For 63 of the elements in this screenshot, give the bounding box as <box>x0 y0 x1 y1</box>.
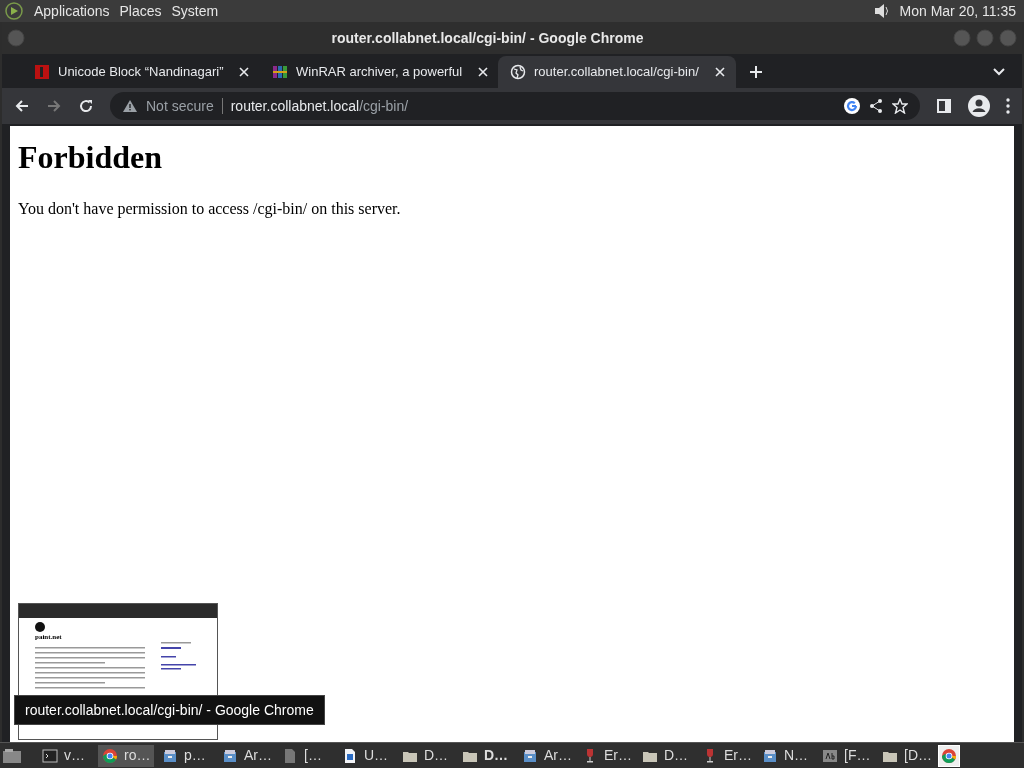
forward-icon[interactable] <box>46 98 62 114</box>
archive-icon <box>222 747 238 764</box>
taskbar-button[interactable]: U… <box>338 744 394 767</box>
back-icon[interactable] <box>14 98 30 114</box>
window-title: router.collabnet.local/cgi-bin/ - Google Chrome <box>330 28 645 48</box>
close-icon[interactable] <box>478 67 489 77</box>
error-message: You don't have permission to access /cgi-bin/ on this server. <box>18 199 402 220</box>
tab-title: WinRAR archiver, a powerful <box>296 63 463 82</box>
taskbar-button[interactable]: ro… <box>98 744 154 767</box>
panel-menu[interactable]: System <box>171 0 219 22</box>
document-icon <box>282 747 298 764</box>
archive-icon <box>162 747 178 764</box>
warning-icon <box>122 99 138 113</box>
taskbar-button[interactable]: v… <box>38 744 94 767</box>
address-bar[interactable]: Not secure router.collabnet.local/cgi-bin/ <box>110 92 920 120</box>
new-tab-icon[interactable] <box>748 64 764 80</box>
security-label[interactable]: Not secure <box>146 95 214 117</box>
more-icon[interactable] <box>1006 98 1010 114</box>
tab-title: router.collabnet.local/cgi-bin/ <box>534 63 699 82</box>
star-icon[interactable] <box>892 98 908 114</box>
browser-tab[interactable]: Unicode Block “Nandinagari” <box>22 56 260 88</box>
tab-title: Unicode Block “Nandinagari” <box>58 63 224 82</box>
taskbar-button[interactable]: D… <box>398 744 454 767</box>
profile-icon[interactable] <box>968 95 990 117</box>
reload-icon[interactable] <box>78 98 94 114</box>
panel-menu[interactable]: Places <box>119 0 162 22</box>
taskbar-button[interactable]: Ar… <box>518 744 574 767</box>
close-icon[interactable] <box>714 67 725 77</box>
taskbar-button[interactable]: [… <box>278 744 334 767</box>
books-icon <box>272 64 288 80</box>
chrome-icon <box>941 747 957 764</box>
globe-icon <box>510 64 526 80</box>
page-heading: Forbidden <box>18 138 164 177</box>
browser-tab[interactable]: WinRAR archiver, a powerful <box>260 56 498 88</box>
google-icon[interactable] <box>844 98 860 114</box>
logo-icon[interactable] <box>4 1 24 21</box>
browser-tab[interactable]: router.collabnet.local/cgi-bin/ <box>498 56 736 88</box>
chrome-icon <box>102 747 118 764</box>
font-icon <box>822 747 838 764</box>
side-panel-icon[interactable] <box>936 98 952 114</box>
tray-button[interactable] <box>938 744 960 767</box>
taskbar-button[interactable]: Ar… <box>218 744 274 767</box>
share-icon[interactable] <box>868 98 884 114</box>
taskbar-button[interactable]: Er… <box>578 744 634 767</box>
taskbar-button[interactable]: D… <box>458 744 514 767</box>
archive-icon <box>762 747 778 764</box>
clock[interactable]: Mon Mar 20, 11:35 <box>899 0 1016 22</box>
taskbar-button[interactable]: N… <box>758 744 814 767</box>
close-icon[interactable] <box>239 67 250 77</box>
document-icon <box>342 747 358 764</box>
taskbar-button[interactable]: D… <box>638 744 694 767</box>
square-logo-icon <box>34 64 50 80</box>
tooltip: router.collabnet.local/cgi-bin/ - Google Chrome <box>14 695 325 725</box>
taskbar-button[interactable]: Er… <box>698 744 754 767</box>
terminal-icon <box>42 747 58 764</box>
panel-menu[interactable]: Applications <box>34 0 110 22</box>
taskbar-button[interactable]: [F… <box>818 744 874 767</box>
taskbar-button[interactable]: [D… <box>878 744 934 767</box>
show-desktop-icon[interactable] <box>2 746 22 765</box>
taskbar-button[interactable]: p… <box>158 744 214 767</box>
archive-icon <box>522 747 538 764</box>
logo-icon <box>35 622 47 632</box>
url-text: router.collabnet.local/cgi-bin/ <box>230 96 410 116</box>
